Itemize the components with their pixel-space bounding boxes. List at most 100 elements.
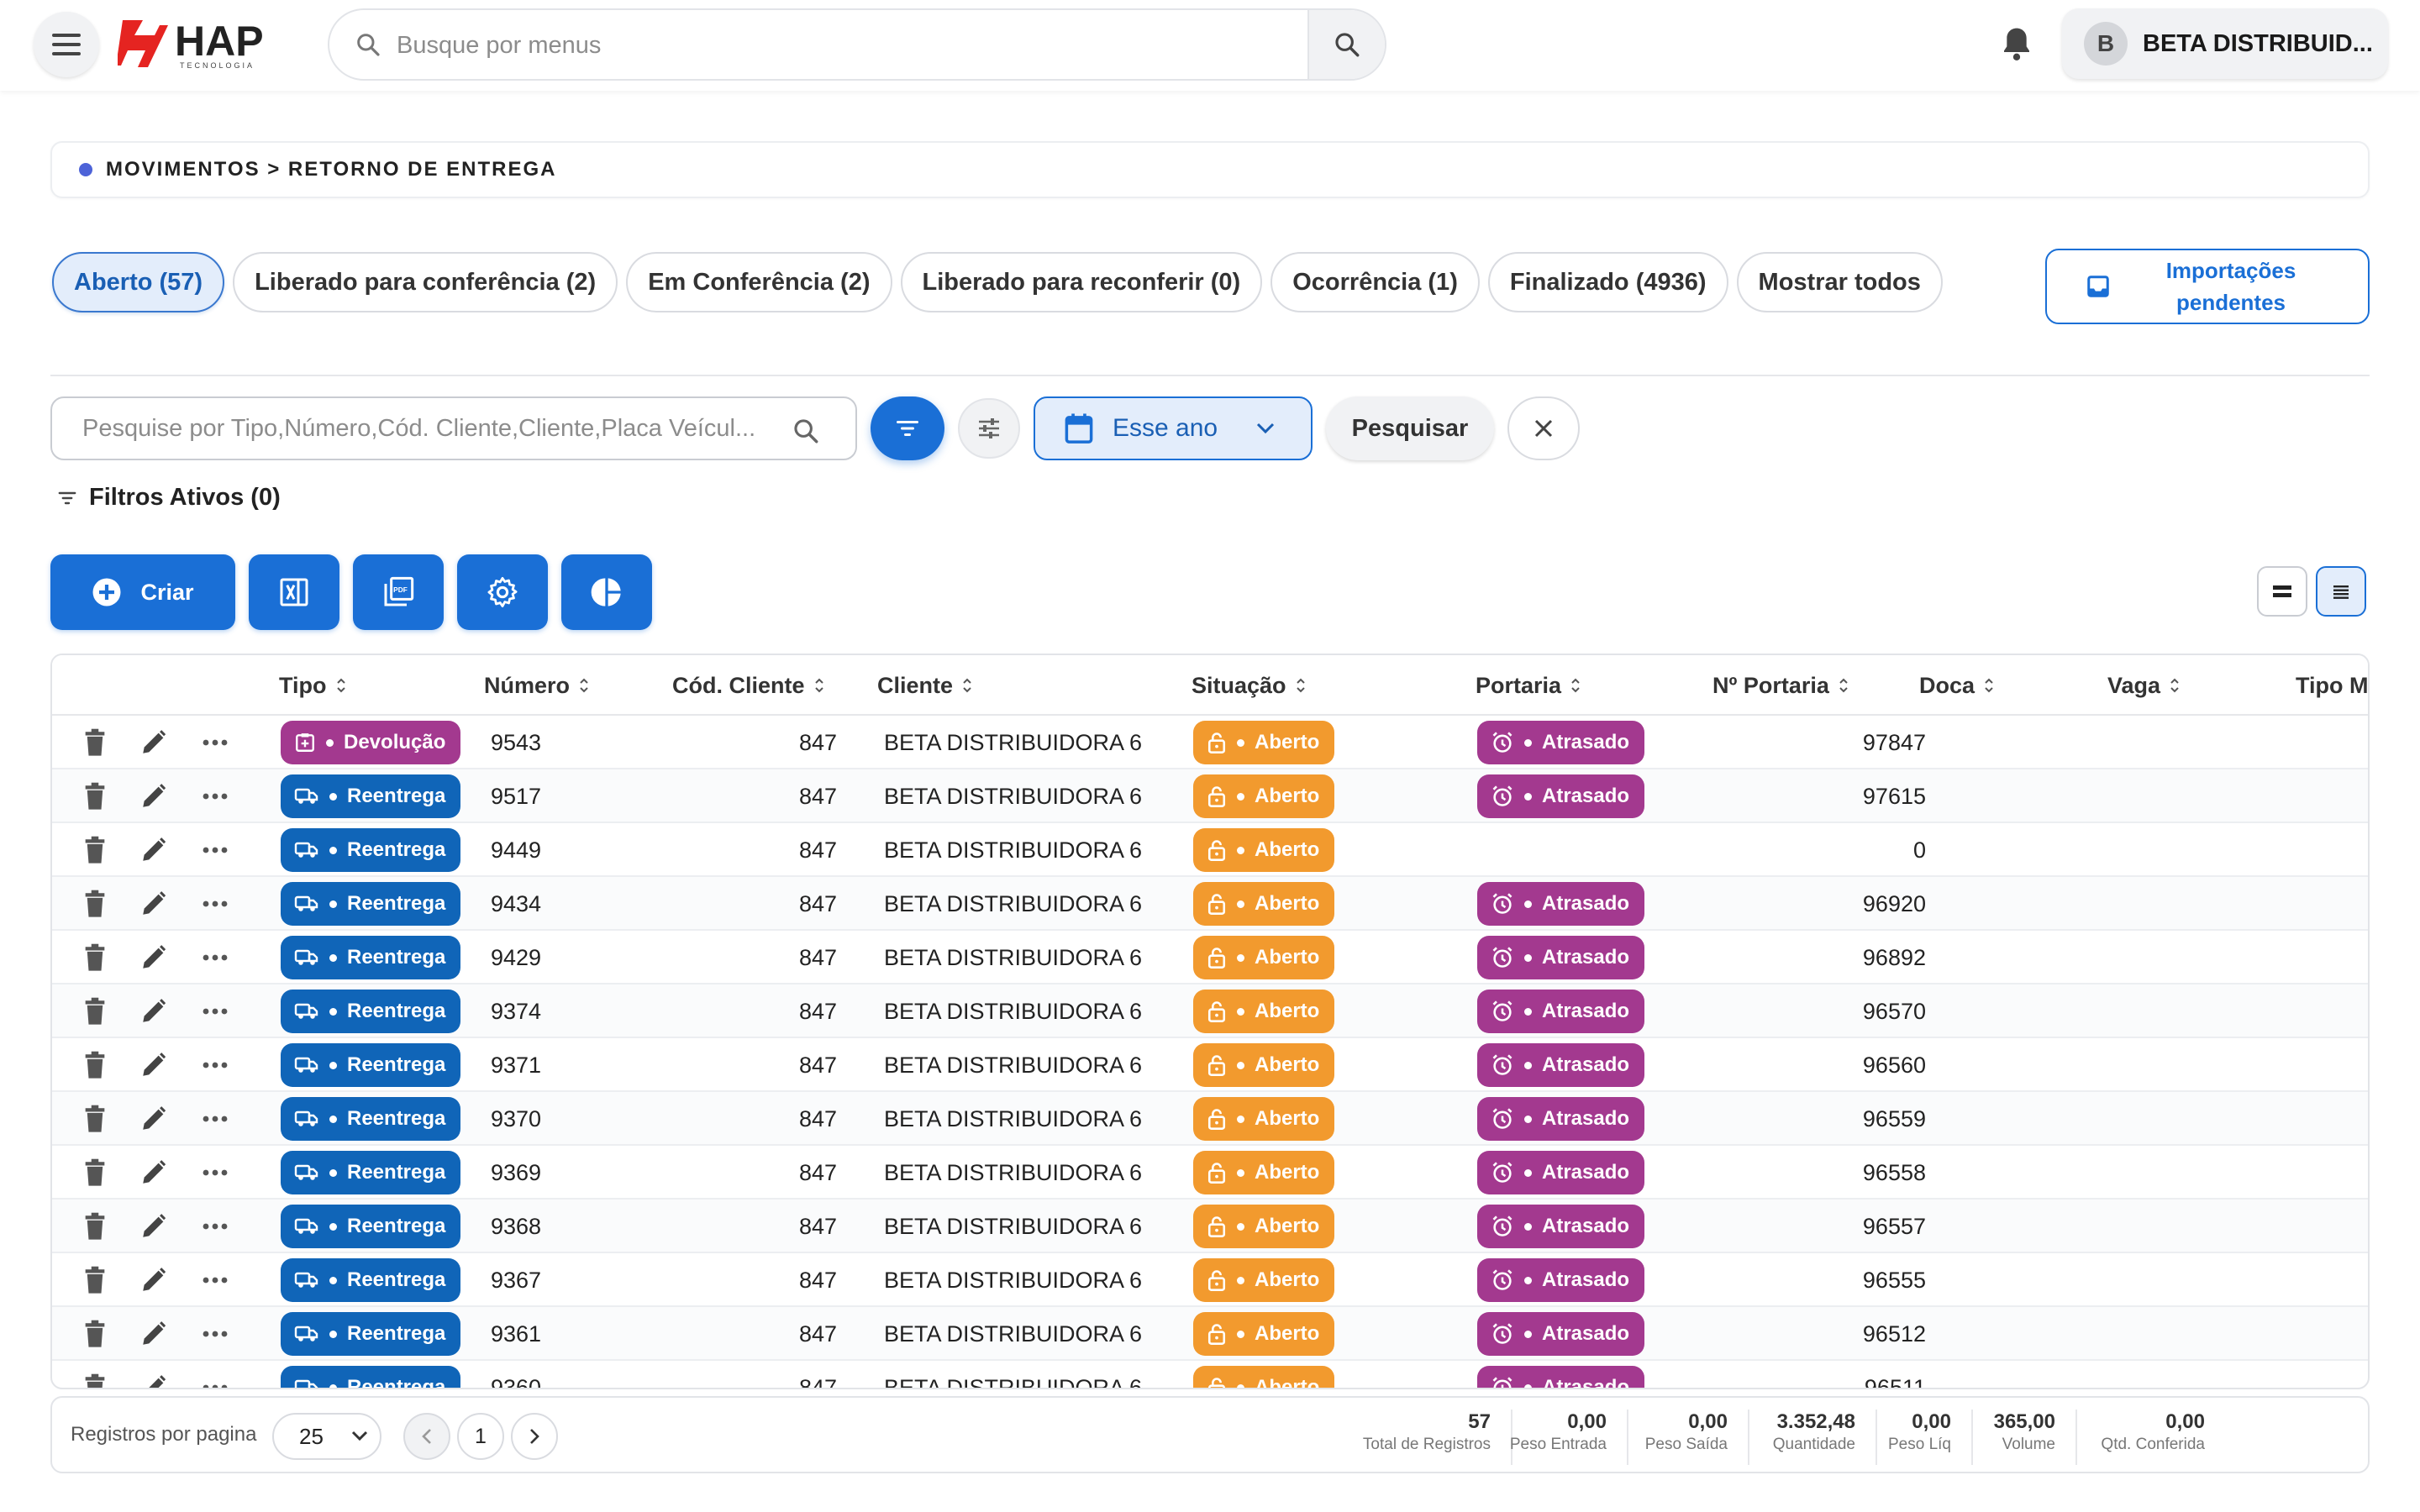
- table-row[interactable]: Reentrega 9449 847 BETA DISTRIBUIDORA 6 Aber…: [52, 823, 2368, 877]
- create-button[interactable]: Criar: [50, 554, 235, 630]
- delete-button[interactable]: [82, 1092, 108, 1146]
- edit-button[interactable]: [139, 1200, 168, 1253]
- more-actions-button[interactable]: [202, 984, 229, 1038]
- delete-button[interactable]: [82, 716, 108, 769]
- tab-liberado-reconferir[interactable]: Liberado para reconferir (0): [900, 252, 1263, 312]
- adjust-filters-button[interactable]: [958, 398, 1020, 459]
- truck-icon: [294, 1272, 318, 1288]
- delete-button[interactable]: [82, 1038, 108, 1092]
- prev-page-button[interactable]: [403, 1413, 450, 1460]
- truck-icon: [294, 1218, 318, 1234]
- delete-button[interactable]: [82, 1146, 108, 1200]
- table-row[interactable]: Reentrega 9370 847 BETA DISTRIBUIDORA 6 Aber…: [52, 1092, 2368, 1146]
- col-tipo-header[interactable]: Tipo: [279, 655, 347, 716]
- compact-view-button[interactable]: [2257, 566, 2307, 617]
- col-situacao-header[interactable]: Situação: [1192, 655, 1307, 716]
- edit-button[interactable]: [139, 769, 168, 823]
- more-actions-button[interactable]: [202, 823, 229, 877]
- menu-search-input[interactable]: [397, 25, 1237, 66]
- tab-aberto[interactable]: Aberto (57): [52, 252, 225, 312]
- charts-button[interactable]: [561, 554, 652, 630]
- more-actions-button[interactable]: [202, 1361, 229, 1388]
- menu-search-button[interactable]: [1307, 10, 1385, 79]
- delete-button[interactable]: [82, 931, 108, 984]
- more-actions-button[interactable]: [202, 1038, 229, 1092]
- more-actions-button[interactable]: [202, 877, 229, 931]
- edit-button[interactable]: [139, 1038, 168, 1092]
- more-actions-button[interactable]: [202, 769, 229, 823]
- tab-finalizado[interactable]: Finalizado (4936): [1487, 252, 1728, 312]
- tab-liberado-conferencia[interactable]: Liberado para conferência (2): [233, 252, 618, 312]
- pending-imports-button[interactable]: Importações pendentes: [2045, 249, 2370, 324]
- notifications-button[interactable]: [2000, 25, 2033, 62]
- search-button[interactable]: Pesquisar: [1326, 396, 1494, 460]
- more-actions-button[interactable]: [202, 716, 229, 769]
- edit-button[interactable]: [139, 716, 168, 769]
- rows-per-page-select[interactable]: 25: [272, 1413, 381, 1460]
- tab-ocorrencia[interactable]: Ocorrência (1): [1270, 252, 1480, 312]
- edit-button[interactable]: [139, 1146, 168, 1200]
- calendar-icon: [1065, 413, 1093, 444]
- cod-cliente-cell: 847: [798, 783, 837, 809]
- more-actions-button[interactable]: [202, 1253, 229, 1307]
- table-row[interactable]: Reentrega 9368 847 BETA DISTRIBUIDORA 6 Aber…: [52, 1200, 2368, 1253]
- col-vaga-header[interactable]: Vaga: [2107, 655, 2181, 716]
- more-actions-button[interactable]: [202, 1200, 229, 1253]
- edit-button[interactable]: [139, 877, 168, 931]
- col-portaria-header[interactable]: Portaria: [1476, 655, 1581, 716]
- table-row[interactable]: Reentrega 9374 847 BETA DISTRIBUIDORA 6 Aber…: [52, 984, 2368, 1038]
- delete-button[interactable]: [82, 1307, 108, 1361]
- tab-mostrar-todos[interactable]: Mostrar todos: [1736, 252, 1943, 312]
- col-cliente-header[interactable]: Cliente: [877, 655, 973, 716]
- settings-button[interactable]: [457, 554, 548, 630]
- edit-button[interactable]: [139, 823, 168, 877]
- col-numero-header[interactable]: Número: [484, 655, 590, 716]
- delete-button[interactable]: [82, 877, 108, 931]
- edit-button[interactable]: [139, 1253, 168, 1307]
- edit-button[interactable]: [139, 984, 168, 1038]
- tab-em-conferencia[interactable]: Em Conferência (2): [626, 252, 892, 312]
- menu-button[interactable]: [34, 12, 99, 77]
- record-search-input[interactable]: [82, 410, 788, 447]
- delete-button[interactable]: [82, 1253, 108, 1307]
- filter-button[interactable]: [871, 396, 944, 460]
- delete-button[interactable]: [82, 1361, 108, 1388]
- table-row[interactable]: Reentrega 9369 847 BETA DISTRIBUIDORA 6 Aber…: [52, 1146, 2368, 1200]
- edit-button[interactable]: [139, 1361, 168, 1388]
- col-cod-cliente-header[interactable]: Cód. Cliente: [672, 655, 825, 716]
- table-row[interactable]: Reentrega 9361 847 BETA DISTRIBUIDORA 6 Aber…: [52, 1307, 2368, 1361]
- more-actions-button[interactable]: [202, 1307, 229, 1361]
- table-row[interactable]: Reentrega 9434 847 BETA DISTRIBUIDORA 6 Aber…: [52, 877, 2368, 931]
- edit-button[interactable]: [139, 1307, 168, 1361]
- user-menu[interactable]: B BETA DISTRIBUID...: [2062, 8, 2388, 79]
- active-filters[interactable]: Filtros Ativos (0): [57, 484, 281, 512]
- next-page-button[interactable]: [511, 1413, 558, 1460]
- export-pdf-button[interactable]: PDF: [353, 554, 444, 630]
- clear-filters-button[interactable]: [1507, 396, 1580, 460]
- more-actions-button[interactable]: [202, 1146, 229, 1200]
- col-doca-header[interactable]: Doca: [1919, 655, 1995, 716]
- delete-button[interactable]: [82, 823, 108, 877]
- table-row[interactable]: Reentrega 9371 847 BETA DISTRIBUIDORA 6 Aber…: [52, 1038, 2368, 1092]
- table-row[interactable]: Reentrega 9429 847 BETA DISTRIBUIDORA 6 Aber…: [52, 931, 2368, 984]
- table-row[interactable]: Reentrega 9360 847 BETA DISTRIBUIDORA 6 Aber…: [52, 1361, 2368, 1388]
- col-tipo-mov-header[interactable]: Tipo Mo: [2296, 655, 2368, 716]
- edit-button[interactable]: [139, 1092, 168, 1146]
- lock-icon: [1207, 1163, 1226, 1184]
- more-actions-button[interactable]: [202, 1092, 229, 1146]
- hap-logo[interactable]: HAP TECNOLOGIA: [118, 18, 286, 71]
- delete-button[interactable]: [82, 769, 108, 823]
- page-number-button[interactable]: 1: [457, 1413, 504, 1460]
- edit-button[interactable]: [139, 931, 168, 984]
- delete-button[interactable]: [82, 1200, 108, 1253]
- search-icon[interactable]: [792, 417, 820, 445]
- table-row[interactable]: Devolução 9543 847 BETA DISTRIBUIDORA 6 Aber…: [52, 716, 2368, 769]
- list-view-button[interactable]: [2316, 566, 2366, 617]
- date-range-select[interactable]: Esse ano: [1034, 396, 1313, 460]
- delete-button[interactable]: [82, 984, 108, 1038]
- table-row[interactable]: Reentrega 9517 847 BETA DISTRIBUIDORA 6 Aber…: [52, 769, 2368, 823]
- col-n-portaria-header[interactable]: Nº Portaria: [1712, 655, 1849, 716]
- table-row[interactable]: Reentrega 9367 847 BETA DISTRIBUIDORA 6 Aber…: [52, 1253, 2368, 1307]
- more-actions-button[interactable]: [202, 931, 229, 984]
- export-excel-button[interactable]: [249, 554, 339, 630]
